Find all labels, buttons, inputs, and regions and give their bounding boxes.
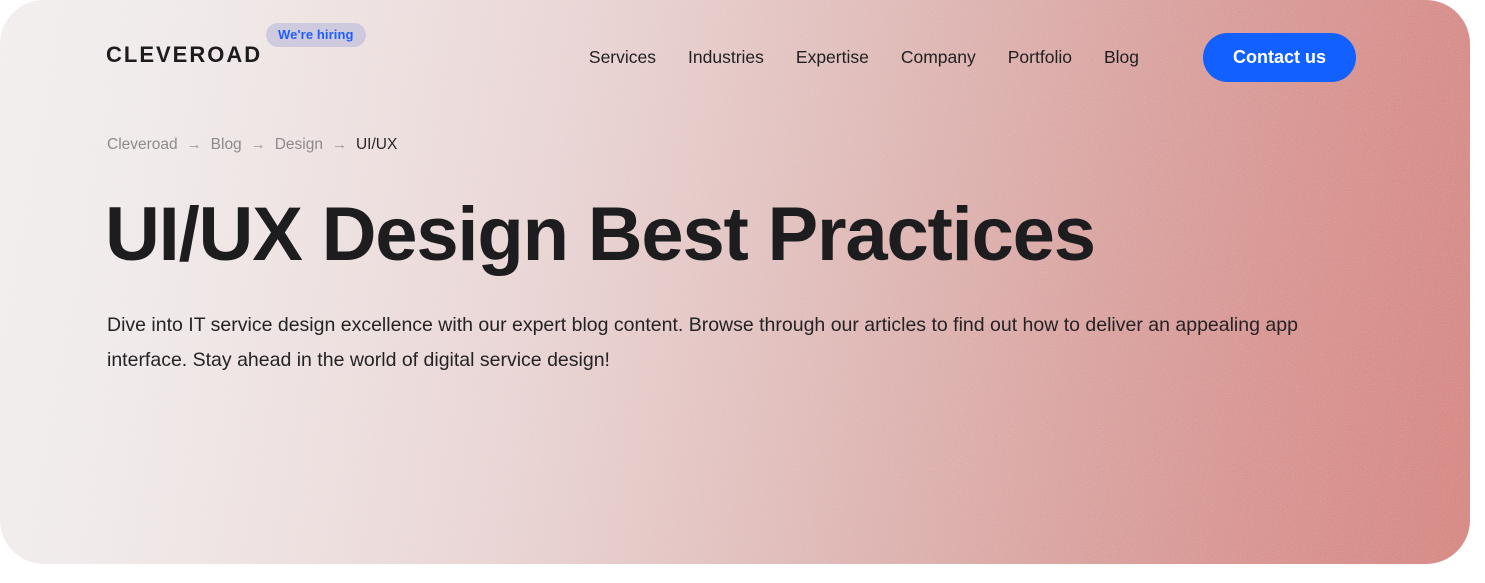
contact-us-button[interactable]: Contact us bbox=[1202, 33, 1356, 82]
nav-item-company[interactable]: Company bbox=[901, 43, 976, 73]
brand-wordmark: CLEVEROAD bbox=[106, 42, 263, 67]
hiring-badge[interactable]: We're hiring bbox=[266, 23, 366, 47]
nav-item-blog[interactable]: Blog bbox=[1104, 43, 1139, 73]
breadcrumb-arrow-icon: → bbox=[331, 136, 347, 154]
hero-content-area: CLEVEROAD We're hiring Services Industri… bbox=[0, 0, 1470, 564]
nav-item-portfolio[interactable]: Portfolio bbox=[1008, 43, 1072, 73]
breadcrumb-arrow-icon: → bbox=[250, 136, 266, 154]
site-header: CLEVEROAD We're hiring Services Industri… bbox=[0, 0, 1470, 116]
main-navigation: Services Industries Expertise Company Po… bbox=[589, 33, 1356, 82]
brand-logo[interactable]: CLEVEROAD We're hiring bbox=[106, 23, 366, 67]
hero-banner: CLEVEROAD We're hiring Services Industri… bbox=[0, 0, 1470, 564]
page-subtitle: Dive into IT service design excellence w… bbox=[107, 314, 1298, 371]
breadcrumb-item-current: UI/UX bbox=[355, 136, 398, 153]
nav-item-industries[interactable]: Industries bbox=[688, 43, 764, 73]
nav-item-services[interactable]: Services bbox=[589, 43, 656, 73]
nav-item-expertise[interactable]: Expertise bbox=[796, 43, 869, 73]
page-title: UI/UX Design Best Practices bbox=[105, 192, 1096, 277]
breadcrumb-item-design[interactable]: Design bbox=[275, 137, 323, 153]
breadcrumb-item-cleveroad[interactable]: Cleveroad bbox=[107, 137, 178, 153]
breadcrumb: Cleveroad → Blog → Design → UI/UX bbox=[107, 137, 397, 153]
breadcrumb-item-blog[interactable]: Blog bbox=[211, 137, 242, 153]
breadcrumb-arrow-icon: → bbox=[186, 136, 202, 154]
